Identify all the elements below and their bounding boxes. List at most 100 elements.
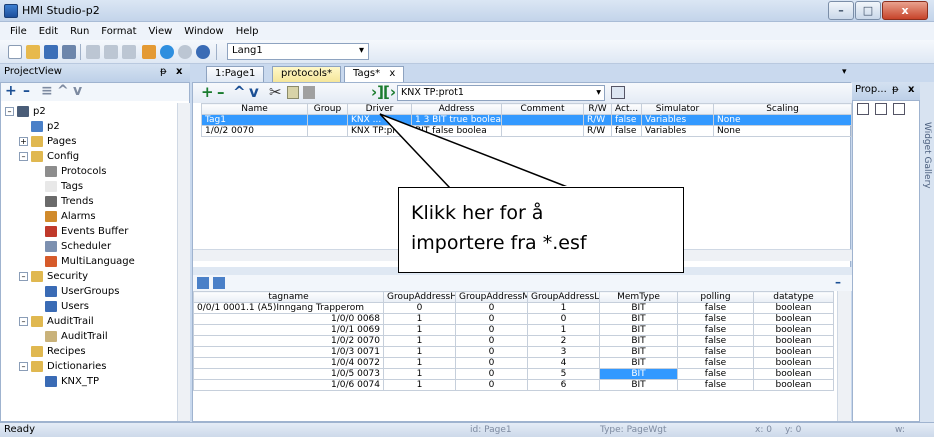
table-cell[interactable]: 1 <box>383 368 456 380</box>
table-row[interactable]: 1/0/3 0071 1 0 3 BIT false boolean <box>193 346 834 358</box>
menu-window[interactable]: Window <box>178 26 229 37</box>
close-tab-icon[interactable]: x <box>389 68 395 79</box>
table-cell[interactable]: false <box>677 335 754 347</box>
move-down-icon[interactable]: v <box>249 83 259 101</box>
move-down-icon[interactable]: v <box>73 83 82 99</box>
table-row[interactable]: 1/0/5 0073 1 0 5 BIT false boolean <box>193 368 834 380</box>
table-cell[interactable]: 0 <box>455 357 528 369</box>
run-icon[interactable] <box>160 45 174 59</box>
table-cell[interactable]: 2 <box>527 335 600 347</box>
table-cell[interactable]: 0 <box>383 302 456 314</box>
table-cell[interactable]: 0 <box>455 368 528 380</box>
cut-icon[interactable] <box>86 45 100 59</box>
table-row[interactable]: 1/0/0 0068 1 0 0 BIT false boolean <box>193 313 834 325</box>
table-row[interactable]: 1/0/1 0069 1 0 1 BIT false boolean <box>193 324 834 336</box>
copy-icon[interactable] <box>287 86 299 99</box>
table-cell[interactable]: false <box>677 346 754 358</box>
table-cell[interactable]: 6 <box>527 379 600 391</box>
table-cell[interactable]: 0 <box>527 313 600 325</box>
tree-item[interactable]: – Config <box>19 150 79 163</box>
table-cell[interactable]: boolean <box>753 357 834 369</box>
save-all-icon[interactable] <box>62 45 76 59</box>
maximize-button[interactable]: □ <box>855 1 881 20</box>
widget-gallery-tab[interactable]: Widget Gallery <box>920 82 934 422</box>
table-cell[interactable]: boolean <box>753 368 834 380</box>
properties-icon[interactable]: ≡ <box>41 83 53 99</box>
column-header[interactable]: Scaling <box>713 103 852 115</box>
table-cell[interactable]: BIT <box>599 357 678 369</box>
table-cell[interactable]: 1 <box>383 324 456 336</box>
table-cell[interactable]: false <box>677 313 754 325</box>
remove-icon[interactable]: – <box>23 83 30 99</box>
table-cell[interactable]: None <box>713 114 852 126</box>
menu-file[interactable]: File <box>4 26 33 37</box>
table-cell[interactable]: 1/0/1 0069 <box>193 324 384 336</box>
table-cell[interactable]: BIT <box>599 324 678 336</box>
tree-item[interactable]: KNX_TP <box>33 375 99 388</box>
menu-run[interactable]: Run <box>64 26 95 37</box>
stop-icon[interactable] <box>178 45 192 59</box>
table-cell[interactable]: BIT <box>599 379 678 391</box>
menu-edit[interactable]: Edit <box>33 26 64 37</box>
properties-tool-icon[interactable] <box>893 103 905 115</box>
table-cell[interactable]: false <box>611 125 642 137</box>
close-panel-icon[interactable]: x <box>908 84 914 95</box>
add-icon[interactable]: + <box>5 83 17 99</box>
expander-icon[interactable]: – <box>19 317 28 326</box>
table-cell[interactable]: Variables <box>641 125 714 137</box>
cut-icon[interactable]: ✂ <box>269 83 282 101</box>
column-header[interactable]: MemType <box>599 291 678 303</box>
table-cell[interactable]: None <box>713 125 852 137</box>
tree-scrollbar[interactable] <box>177 103 190 421</box>
table-cell[interactable]: false <box>677 379 754 391</box>
open-icon[interactable] <box>26 45 40 59</box>
table-cell[interactable]: Variables <box>641 114 714 126</box>
import-all-icon[interactable] <box>213 277 225 289</box>
tree-item[interactable]: AuditTrail <box>33 330 108 343</box>
table-cell[interactable]: 0 <box>455 302 528 314</box>
paste-icon[interactable] <box>122 45 136 59</box>
build-icon[interactable] <box>142 45 156 59</box>
move-up-icon[interactable]: ^ <box>233 83 246 101</box>
table-cell[interactable]: 1 <box>383 346 456 358</box>
tree-item[interactable]: MultiLanguage <box>33 255 135 268</box>
table-cell[interactable]: boolean <box>753 335 834 347</box>
table-cell[interactable]: 0 <box>455 335 528 347</box>
table-cell[interactable]: 1/0/3 0071 <box>193 346 384 358</box>
column-header[interactable]: GroupAddressM <box>455 291 528 303</box>
pin-icon[interactable]: ᵽ <box>892 84 899 95</box>
table-cell[interactable]: false <box>677 324 754 336</box>
table-cell[interactable]: false <box>677 368 754 380</box>
table-cell[interactable]: BIT <box>599 302 678 314</box>
tree-item[interactable]: Users <box>33 300 89 313</box>
tree-item[interactable]: – p2 <box>5 105 46 118</box>
tree-item[interactable]: p2 <box>19 120 60 133</box>
table-cell[interactable]: 1/0/5 0073 <box>193 368 384 380</box>
paste-icon[interactable] <box>303 86 315 99</box>
tab-list-chevron-icon[interactable]: ▾ <box>842 67 847 77</box>
table-cell[interactable] <box>307 114 348 126</box>
move-up-icon[interactable]: ^ <box>57 83 69 99</box>
column-header[interactable]: Simulator <box>641 103 714 115</box>
language-select[interactable]: Lang1 ▾ <box>227 43 369 60</box>
column-header[interactable]: Name <box>201 103 308 115</box>
tree-item[interactable]: – Dictionaries <box>19 360 107 373</box>
column-header[interactable]: Act... <box>611 103 642 115</box>
expander-icon[interactable]: – <box>5 107 14 116</box>
close-button[interactable]: x <box>882 1 928 20</box>
remove-tag-icon[interactable]: – <box>217 83 225 101</box>
table-cell[interactable]: boolean <box>753 302 834 314</box>
table-cell[interactable]: 1/0/0 0068 <box>193 313 384 325</box>
filter-icon[interactable] <box>611 86 625 99</box>
table-cell[interactable]: 1 <box>383 357 456 369</box>
column-header[interactable]: GroupAddressL <box>527 291 600 303</box>
table-cell[interactable]: false <box>611 114 642 126</box>
table-cell[interactable]: 1 <box>527 324 600 336</box>
collapse-icon[interactable]: – <box>835 275 841 289</box>
table-cell[interactable]: 1/0/6 0074 <box>193 379 384 391</box>
table-cell[interactable]: BIT <box>599 313 678 325</box>
properties-tool-icon[interactable] <box>857 103 869 115</box>
tree-item[interactable]: – AuditTrail <box>19 315 94 328</box>
tree-item[interactable]: Alarms <box>33 210 96 223</box>
column-header[interactable]: polling <box>677 291 754 303</box>
